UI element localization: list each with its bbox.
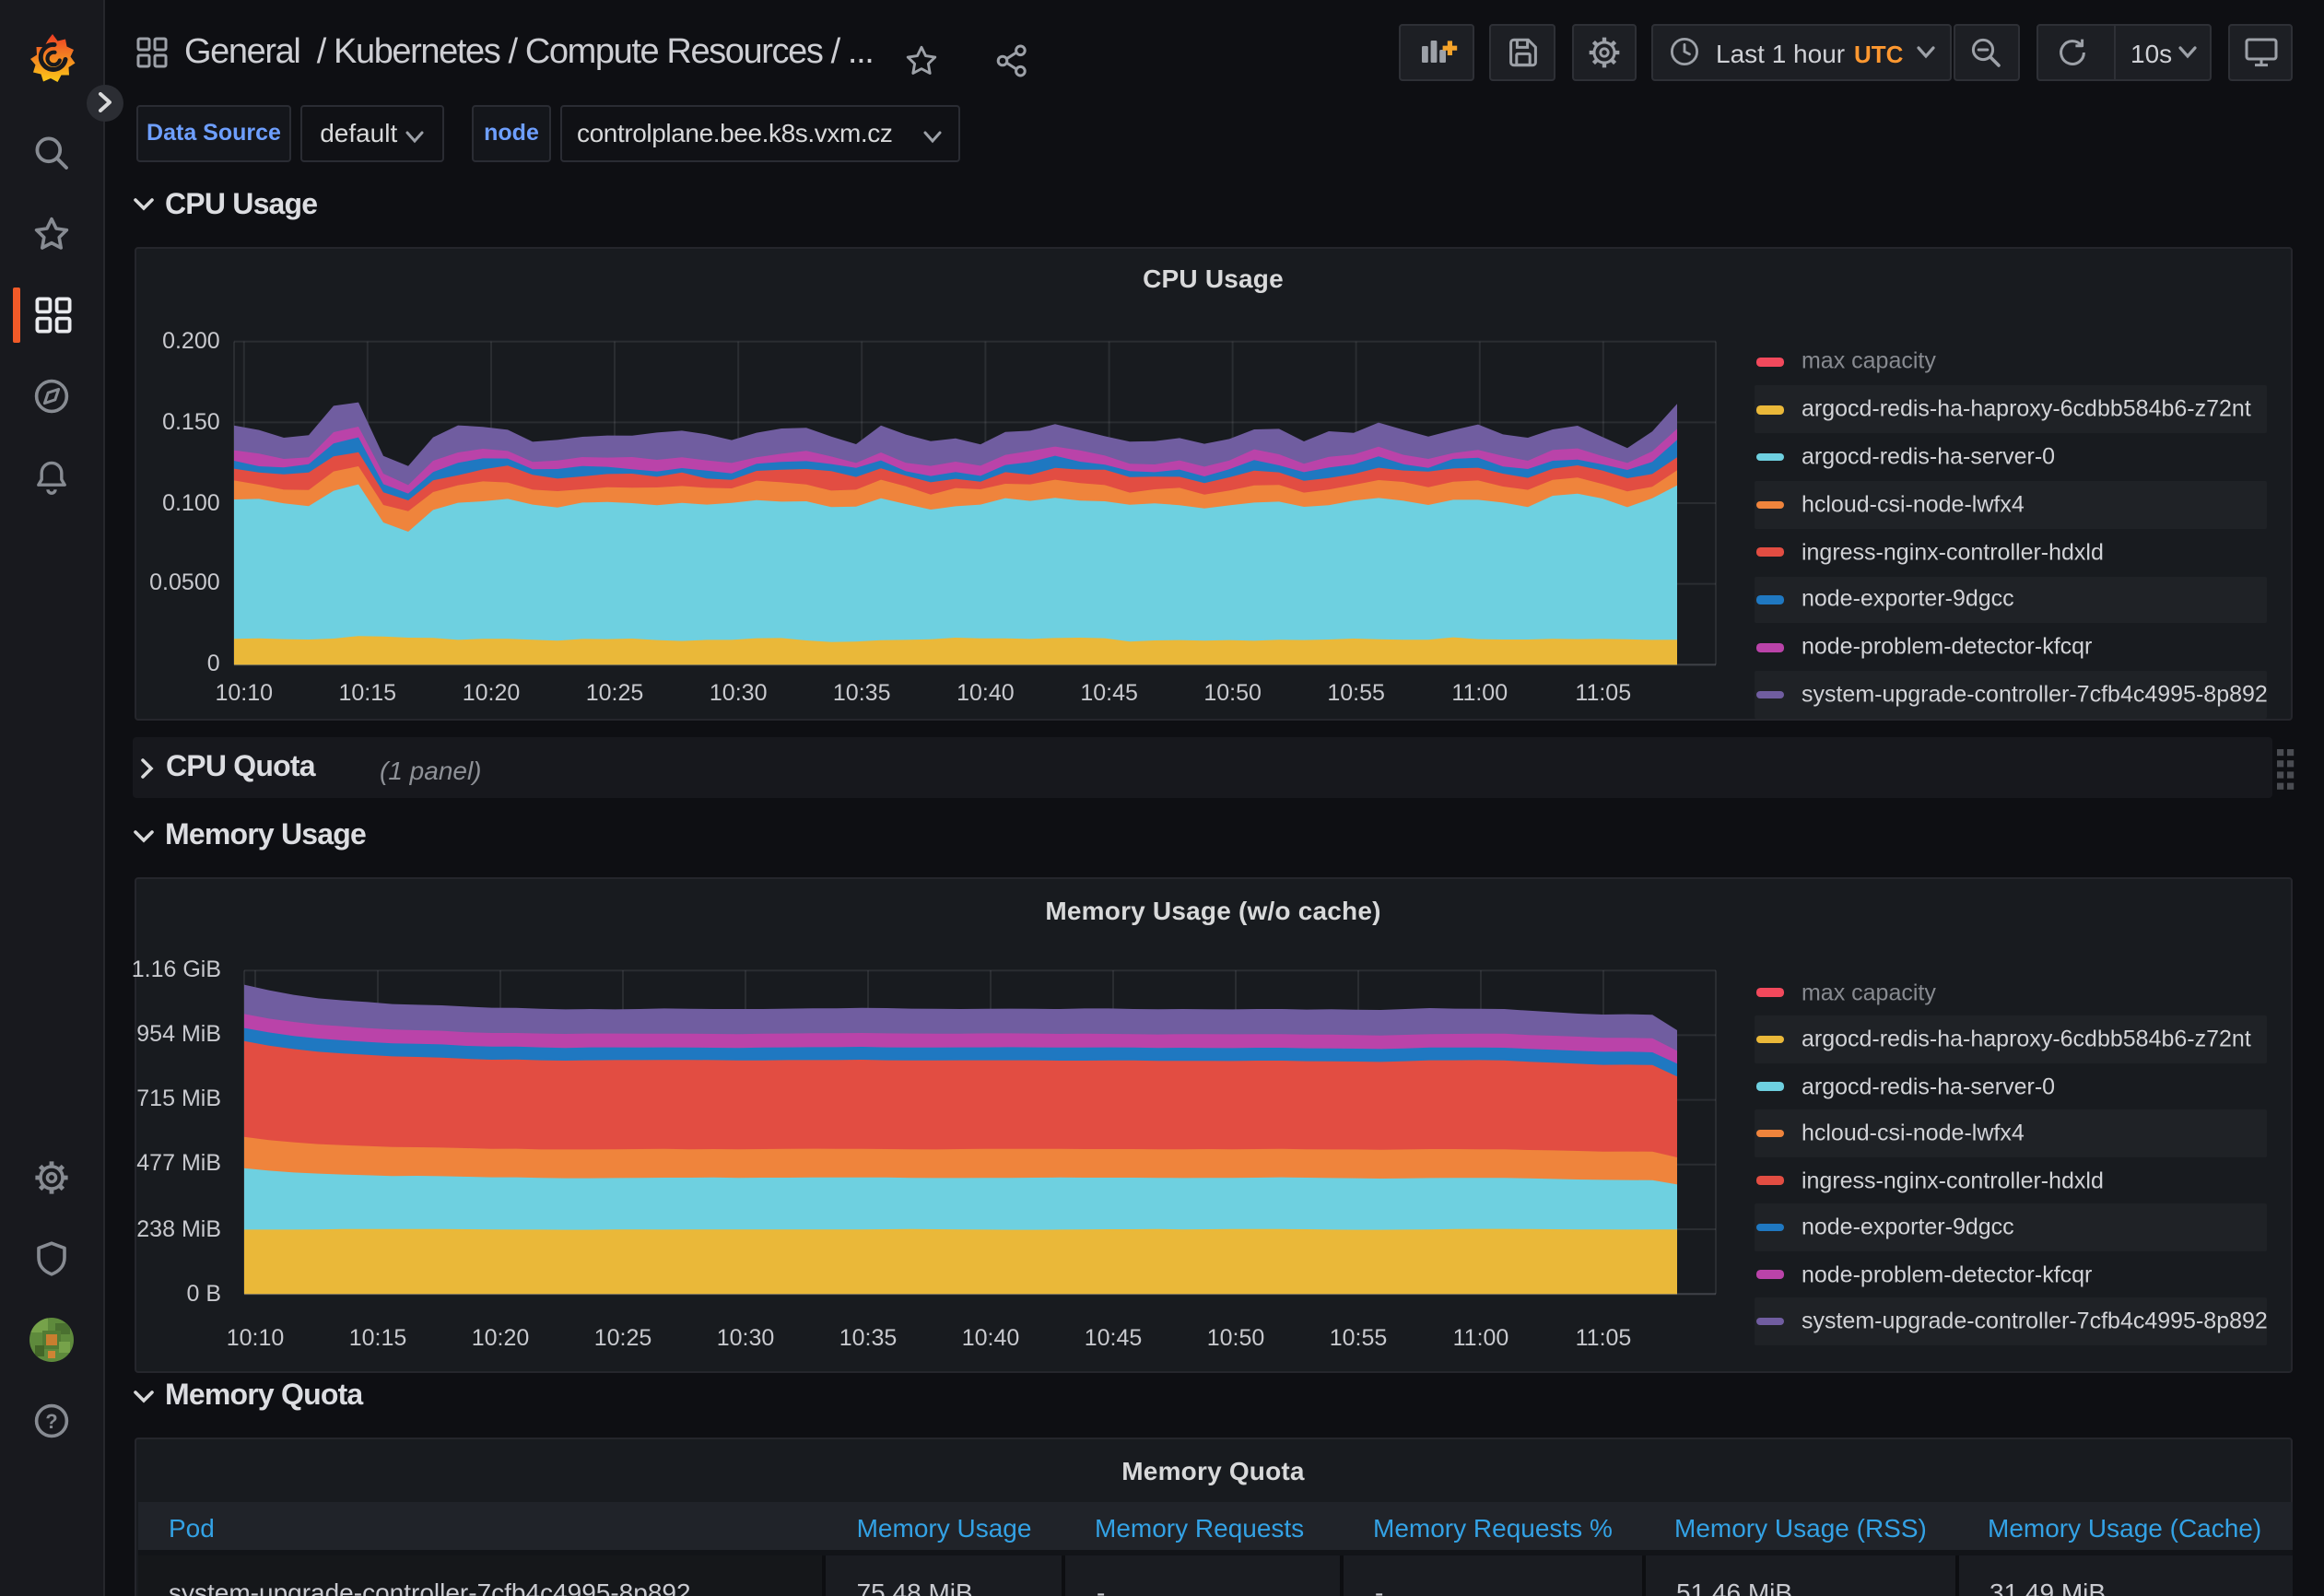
svg-text:?: ? [45,1410,57,1433]
